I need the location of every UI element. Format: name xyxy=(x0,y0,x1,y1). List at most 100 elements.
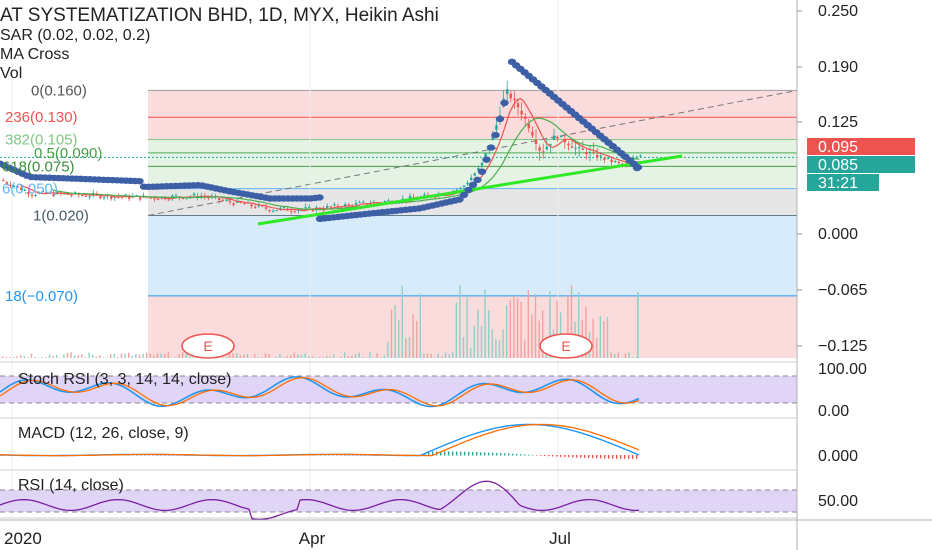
volume-bar xyxy=(628,352,630,358)
candle-body xyxy=(610,159,613,163)
volume-bar xyxy=(502,329,504,358)
volume-bar xyxy=(300,354,303,358)
volume-bar xyxy=(315,357,317,358)
volume-bar xyxy=(138,354,141,358)
candle-body xyxy=(293,211,296,213)
candle-body xyxy=(254,207,257,209)
candle-body xyxy=(333,204,336,206)
candle-body xyxy=(495,125,498,130)
volume-bar xyxy=(452,352,454,358)
candle-body xyxy=(639,155,642,157)
candle-body xyxy=(272,210,275,212)
volume-bar xyxy=(495,339,497,358)
macd-histogram-bar xyxy=(448,451,450,456)
candle-body xyxy=(552,135,556,140)
candle-body xyxy=(603,157,606,160)
candle-body xyxy=(174,195,178,197)
volume-bar xyxy=(45,357,47,358)
sar-dot xyxy=(315,194,324,201)
candle-body xyxy=(592,152,595,154)
candle-body xyxy=(520,110,523,115)
fib-zone xyxy=(148,295,797,358)
candle-body xyxy=(275,210,278,212)
volume-bar xyxy=(264,353,267,358)
chart-canvas[interactable]: 0(0.160)236(0.130)382(0.105)0.5(0.090)61… xyxy=(0,0,932,550)
volume-bar xyxy=(596,337,598,358)
volume-bar xyxy=(106,357,108,358)
volume-bar xyxy=(189,356,191,358)
volume-bar xyxy=(462,337,465,358)
sar-dot xyxy=(500,99,509,107)
macd-histogram-bar xyxy=(632,455,634,459)
rsi-title[interactable]: RSI (14, close) xyxy=(18,477,124,495)
volume-bar xyxy=(128,352,130,358)
candle-body xyxy=(588,152,592,154)
candle-body xyxy=(459,187,462,189)
fib-level-label: 236(0.130) xyxy=(5,109,78,126)
time-tick-label: 2020 xyxy=(4,529,42,548)
volume-bar xyxy=(77,354,79,358)
macd-histogram-bar xyxy=(508,453,510,456)
candle-body xyxy=(308,206,311,208)
volume-bar xyxy=(444,352,447,358)
candle-body xyxy=(567,143,570,146)
macd-histogram-bar xyxy=(524,454,526,456)
volume-bar xyxy=(448,354,450,358)
volume-bar xyxy=(527,290,529,358)
volume-bar xyxy=(236,353,238,358)
indicator-volume-label[interactable]: Vol xyxy=(0,65,22,83)
volume-bar xyxy=(20,355,22,358)
volume-bar xyxy=(117,356,119,358)
macd-histogram-bar xyxy=(504,453,506,456)
candle-body xyxy=(84,195,88,197)
volume-bar xyxy=(290,355,292,358)
macd-histogram-bar xyxy=(564,455,566,458)
macd-histogram-bar xyxy=(596,455,598,459)
fib-zone xyxy=(148,215,797,296)
fib-level-label: 18(−0.070) xyxy=(5,288,78,305)
fib-zone xyxy=(148,117,797,140)
volume-bar xyxy=(99,355,101,358)
volume-bar xyxy=(430,353,432,358)
volume-bar xyxy=(257,357,259,358)
candle-body xyxy=(462,185,466,187)
volume-bar xyxy=(509,300,511,358)
volume-bar xyxy=(293,352,295,358)
sar-dot xyxy=(477,168,487,175)
volume-bar xyxy=(459,284,461,358)
volume-bar xyxy=(286,356,288,358)
stoch-rsi-title[interactable]: Stoch RSI (3, 3, 14, 14, close) xyxy=(18,371,231,389)
macd-histogram-bar xyxy=(516,453,518,456)
volume-bar xyxy=(250,357,252,358)
candle-body xyxy=(549,143,552,146)
fib-retracement xyxy=(0,89,798,358)
volume-bar xyxy=(592,318,594,358)
sar-dot xyxy=(473,176,482,184)
candle-body xyxy=(304,207,307,209)
earnings-label: E xyxy=(203,338,212,354)
candle-body xyxy=(538,147,541,151)
volume-bar xyxy=(164,353,166,358)
macd-histogram-bar xyxy=(628,455,630,459)
macd-title[interactable]: MACD (12, 26, close, 9) xyxy=(18,425,189,443)
candle-body xyxy=(362,201,365,203)
volume-bar xyxy=(513,295,515,358)
macd-histogram-bar xyxy=(548,455,550,457)
macd-histogram-bar xyxy=(580,455,582,458)
volume-bar xyxy=(282,357,285,358)
volume-bar xyxy=(614,353,616,358)
volume-bar xyxy=(167,352,169,358)
candle-body xyxy=(542,151,545,153)
volume-bar xyxy=(473,325,475,358)
volume-bar xyxy=(387,341,389,358)
volume-bar xyxy=(74,355,76,358)
indicator-ma-cross-label[interactable]: MA Cross xyxy=(0,46,69,64)
volume-bar xyxy=(56,354,58,358)
macd-histogram-bar xyxy=(464,451,466,456)
fib-zone xyxy=(148,152,797,167)
indicator-sar-label[interactable]: SAR (0.02, 0.02, 0.2) xyxy=(0,27,150,45)
volume-bar xyxy=(304,353,306,358)
candle-body xyxy=(470,177,473,181)
candle-body xyxy=(570,146,574,148)
macd-histogram-bar xyxy=(452,451,454,456)
